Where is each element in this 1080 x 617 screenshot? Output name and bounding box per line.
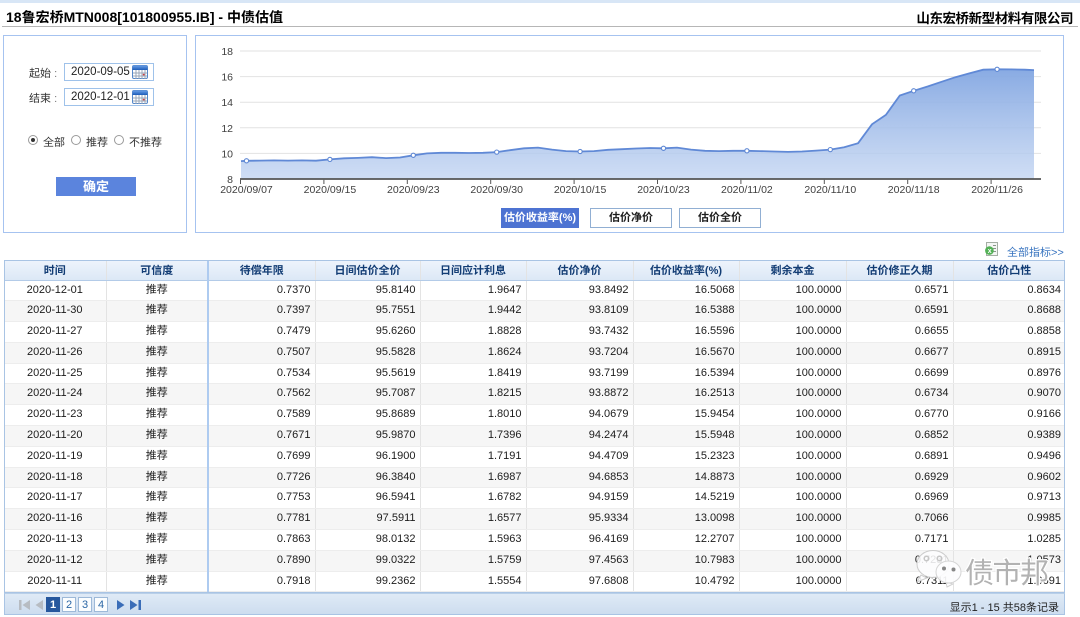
svg-text:12: 12 bbox=[221, 123, 233, 135]
svg-text:10: 10 bbox=[221, 148, 233, 160]
svg-text:16: 16 bbox=[221, 72, 233, 84]
svg-text:2020/11/10: 2020/11/10 bbox=[804, 184, 856, 196]
svg-text:2020/09/07: 2020/09/07 bbox=[220, 184, 273, 196]
svg-text:x: x bbox=[988, 248, 992, 255]
svg-text:2020/11/26: 2020/11/26 bbox=[971, 184, 1023, 196]
svg-text:14: 14 bbox=[221, 97, 233, 109]
svg-text:2020/09/23: 2020/09/23 bbox=[387, 184, 440, 196]
svg-text:18: 18 bbox=[221, 46, 233, 58]
svg-text:2020/09/15: 2020/09/15 bbox=[304, 184, 357, 196]
svg-text:2020/09/30: 2020/09/30 bbox=[470, 184, 523, 196]
svg-text:2020/11/02: 2020/11/02 bbox=[721, 184, 773, 196]
svg-text:2020/10/15: 2020/10/15 bbox=[554, 184, 607, 196]
svg-text:债市邦: 债市邦 bbox=[965, 550, 1048, 592]
svg-text:2020/11/18: 2020/11/18 bbox=[888, 184, 940, 196]
svg-text:2020/10/23: 2020/10/23 bbox=[637, 184, 690, 196]
